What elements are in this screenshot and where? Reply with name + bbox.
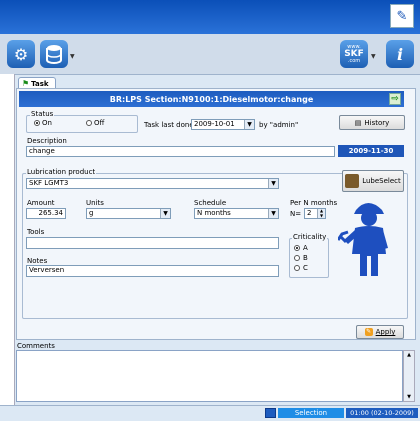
per-n-stepper[interactable]: 2 ▲ ▼ (304, 208, 326, 219)
criticality-option-b[interactable]: B (294, 254, 308, 262)
radio-a-indicator[interactable] (294, 245, 300, 251)
stepper-arrows-icon[interactable]: ▲ ▼ (317, 209, 325, 218)
units-value: g (89, 209, 94, 217)
status-off-radio[interactable]: Off (86, 119, 104, 127)
status-off-label: Off (94, 119, 105, 127)
comments-scrollbar[interactable]: ▲ ▼ (403, 350, 415, 402)
radio-off-indicator[interactable] (86, 120, 92, 126)
radio-c-indicator[interactable] (294, 265, 300, 271)
amount-label: Amount (27, 199, 55, 207)
apply-button-label: Apply (375, 328, 396, 336)
status-on-radio[interactable]: On (34, 119, 52, 127)
database-icon[interactable] (40, 40, 68, 68)
schedule-select[interactable]: N months ▼ (194, 208, 279, 219)
scroll-down-icon[interactable]: ▼ (404, 393, 414, 401)
criticality-option-c-label: C (303, 264, 308, 272)
notes-label: Notes (27, 257, 48, 265)
status-time-value: 01:00 (02-10-2009) (350, 409, 414, 417)
last-done-label: Task last done: (144, 121, 197, 129)
schedule-label: Schedule (194, 199, 227, 207)
lubrication-product-select[interactable]: SKF LGMT3 ▼ (26, 178, 279, 189)
scroll-up-icon[interactable]: ▲ (404, 351, 414, 359)
last-done-date-picker[interactable]: 2009-10-01 ▼ (191, 119, 255, 130)
history-button-label: History (364, 118, 390, 127)
lubeselect-icon (345, 174, 360, 188)
description-value: change (29, 147, 55, 155)
info-icon[interactable]: i (386, 40, 414, 68)
notes-value: Verversen (29, 266, 65, 274)
units-label: Units (86, 199, 104, 207)
skf-web-button[interactable]: www. SKF .com (340, 40, 368, 68)
criticality-option-a-label: A (303, 244, 308, 252)
status-indicator-icon (265, 408, 276, 418)
description-label: Description (27, 137, 67, 145)
radio-b-indicator[interactable] (294, 255, 300, 261)
apply-icon: ✎ (364, 328, 373, 336)
skf-com-text: .com (347, 57, 361, 64)
status-group-label: Status (30, 110, 55, 118)
tools-label: Tools (27, 228, 45, 236)
tab-row: ⚑ Task (14, 74, 420, 89)
tools-field[interactable] (26, 237, 279, 249)
skf-logo-text: SKF (344, 48, 364, 59)
radio-on-indicator[interactable] (34, 120, 40, 126)
last-done-value: 2009-10-01 (194, 120, 235, 128)
task-header-title: BR:LPS Section:N9100:1:Dieselmotor:chang… (109, 94, 314, 104)
criticality-label: Criticality (292, 233, 328, 241)
lubeselect-button-label: LubeSelect (362, 177, 401, 185)
task-header: BR:LPS Section:N9100:1:Dieselmotor:chang… (19, 91, 404, 107)
comments-label: Comments (17, 342, 55, 350)
criticality-option-c[interactable]: C (294, 264, 308, 272)
maintenance-worker-icon (338, 203, 388, 276)
selection-label: Selection (294, 409, 328, 417)
description-field[interactable]: change (26, 146, 335, 157)
comments-textarea[interactable] (16, 350, 403, 402)
selection-indicator[interactable]: Selection (278, 408, 344, 418)
chevron-down-icon[interactable]: ▼ (268, 179, 278, 188)
notes-field[interactable]: Verversen (26, 265, 279, 277)
tab-task-label: Task (31, 79, 49, 88)
schedule-value: N months (197, 209, 231, 217)
lubrication-product-value: SKF LGMT3 (29, 179, 69, 187)
left-panel (0, 74, 15, 420)
history-icon: ▤ (354, 118, 362, 127)
next-arrow-icon[interactable]: ⇨ (389, 93, 401, 105)
apply-button[interactable]: ✎ Apply (356, 325, 404, 339)
status-time: 01:00 (02-10-2009) (346, 408, 418, 418)
per-n-label: Per N months (290, 199, 338, 207)
skf-dropdown-icon[interactable]: ▼ (371, 53, 376, 60)
criticality-option-b-label: B (303, 254, 308, 262)
database-dropdown-icon[interactable]: ▼ (70, 53, 75, 60)
last-done-by: by "admin" (259, 121, 299, 129)
history-button[interactable]: ▤ History (339, 115, 405, 130)
task-tab-icon: ⚑ (22, 79, 30, 88)
per-n-value: 2 (307, 209, 312, 217)
units-select[interactable]: g ▼ (86, 208, 171, 219)
due-date-badge: 2009-11-30 (338, 145, 404, 157)
lubrication-group-label: Lubrication product (26, 168, 97, 176)
settings-gear-icon[interactable]: ⚙ (7, 40, 35, 68)
app-logo-icon: ✎ (390, 4, 414, 28)
chevron-down-icon[interactable]: ▼ (160, 209, 170, 218)
toolbar: ⚙ ▼ www. SKF .com ▼ i (0, 34, 420, 75)
title-bar: ✎ (0, 0, 420, 34)
lubeselect-button[interactable]: LubeSelect (342, 170, 404, 192)
per-n-prefix: N= (290, 210, 302, 218)
due-date-value: 2009-11-30 (348, 147, 394, 155)
amount-value: 265.34 (38, 209, 64, 217)
amount-field[interactable]: 265.34 (26, 208, 66, 219)
chevron-down-icon[interactable]: ▼ (268, 209, 278, 218)
chevron-down-icon[interactable]: ▼ (244, 120, 254, 129)
criticality-option-a[interactable]: A (294, 244, 308, 252)
status-on-label: On (42, 119, 52, 127)
